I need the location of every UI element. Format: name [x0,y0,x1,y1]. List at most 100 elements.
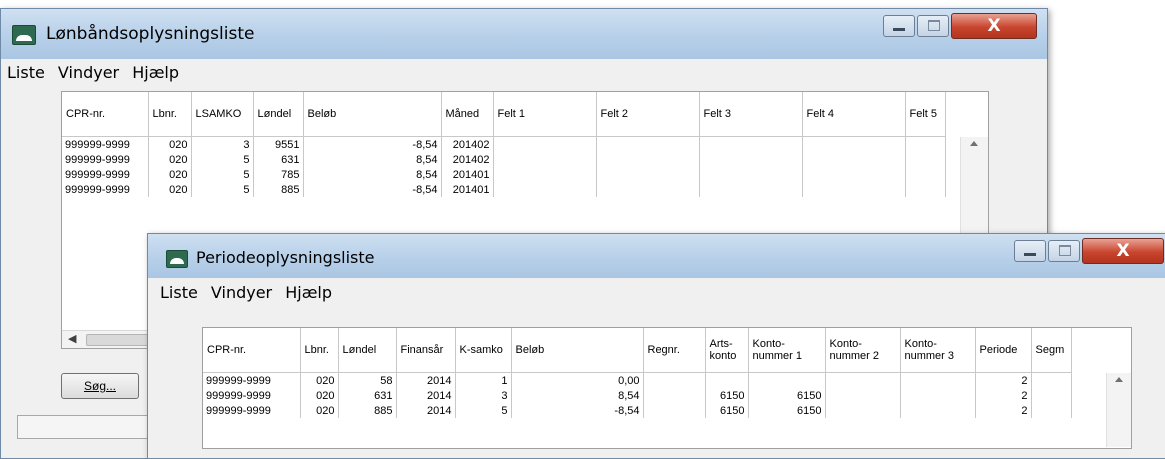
maximize-button[interactable] [1048,240,1080,262]
close-button[interactable]: X [951,13,1037,39]
col-regnr[interactable]: Regnr. [643,328,706,373]
close-icon: X [1116,241,1130,261]
col-cpr[interactable]: CPR-nr. [62,92,149,137]
cell-belob: -8,54 [511,403,644,418]
cell-ksamko: 3 [455,388,512,403]
col-felt2[interactable]: Felt 2 [596,92,700,137]
table-row[interactable]: 999999-9999 020 5 885 -8,54 201401 [62,182,946,197]
table-row[interactable]: 999999-9999 020 58 2014 1 0,00 2 [203,372,1072,388]
cell-cpr: 999999-9999 [203,388,301,403]
app-icon [12,25,36,45]
cell-felt3 [699,182,803,197]
minimize-button[interactable] [883,15,915,37]
menu-vinduer[interactable]: Vindyer [54,60,123,86]
menu-hjaelp[interactable]: Hjælp [281,280,336,306]
table-row[interactable]: 999999-9999 020 631 2014 3 8,54 6150 615… [203,388,1072,403]
minimize-button[interactable] [1014,240,1046,262]
periode-grid: CPR-nr. Lbnr. Løndel Finansår K-samko Be… [202,327,1132,449]
cell-felt1 [493,167,597,182]
cell-maned: 201402 [441,152,494,167]
minimize-icon [893,28,905,31]
menu-liste[interactable]: Liste [3,60,49,86]
cell-felt2 [596,152,700,167]
col-felt1[interactable]: Felt 1 [493,92,597,137]
col-kontonummer3[interactable]: Konto- nummer 3 [900,328,976,373]
col-lbnr[interactable]: Lbnr. [148,92,192,137]
cell-londel: 631 [253,152,304,167]
lonband-table: CPR-nr. Lbnr. LSAMKO Løndel Beløb Måned … [62,92,946,197]
cell-segm [1031,403,1072,418]
menu-hjaelp[interactable]: Hjælp [128,60,183,86]
table-row[interactable]: 999999-9999 020 3 9551 -8,54 201402 [62,136,946,152]
col-londel[interactable]: Løndel [253,92,304,137]
cell-londel: 785 [253,167,304,182]
cell-maned: 201401 [441,182,494,197]
cell-lbnr: 020 [300,372,339,388]
table-row[interactable]: 999999-9999 020 5 631 8,54 201402 [62,152,946,167]
cell-kontonummer3 [900,372,976,388]
menubar: Liste Vindyer Hjælp [1,60,1047,86]
cell-belob: 8,54 [511,388,644,403]
col-lbnr[interactable]: Lbnr. [300,328,339,373]
cell-felt5 [905,167,946,182]
col-ksamko[interactable]: K-samko [455,328,512,373]
col-felt4[interactable]: Felt 4 [802,92,906,137]
col-felt5[interactable]: Felt 5 [905,92,946,137]
col-kontonummer1[interactable]: Konto- nummer 1 [748,328,826,373]
lonband-titlebar[interactable]: Lønbåndsoplysningsliste X [1,9,1047,59]
cell-ksamko: 5 [455,403,512,418]
cell-londel: 631 [338,388,397,403]
cell-lsamko: 5 [191,152,254,167]
scroll-left-icon[interactable]: ◀ [68,332,76,345]
maximize-icon [928,20,940,31]
cell-regnr [643,388,706,403]
menu-liste[interactable]: Liste [156,280,202,306]
periode-window: Periodeoplysningsliste X Liste Vindyer H… [147,233,1165,459]
menubar: Liste Vindyer Hjælp [148,280,1165,306]
cell-regnr [643,403,706,418]
maximize-button[interactable] [917,15,949,37]
cell-cpr: 999999-9999 [62,167,149,182]
cell-cpr: 999999-9999 [203,372,301,388]
table-row[interactable]: 999999-9999 020 885 2014 5 -8,54 6150 61… [203,403,1072,418]
cell-kontonummer3 [900,403,976,418]
col-artskonto[interactable]: Arts- konto [705,328,749,373]
cell-cpr: 999999-9999 [203,403,301,418]
cell-londel: 885 [338,403,397,418]
cell-segm [1031,372,1072,388]
col-periode[interactable]: Periode [975,328,1032,373]
cell-londel: 885 [253,182,304,197]
search-button[interactable]: Søg... [61,373,139,399]
col-londel[interactable]: Løndel [338,328,397,373]
vertical-scrollbar[interactable] [1106,373,1131,447]
col-belob[interactable]: Beløb [511,328,644,373]
col-lsamko[interactable]: LSAMKO [191,92,254,137]
cell-lsamko: 3 [191,136,254,152]
cell-kontonummer1: 6150 [748,403,826,418]
close-button[interactable]: X [1082,238,1164,264]
col-kontonummer2[interactable]: Konto- nummer 2 [825,328,901,373]
cell-segm [1031,388,1072,403]
col-segm[interactable]: Segm [1031,328,1072,373]
col-felt3[interactable]: Felt 3 [699,92,803,137]
col-cpr[interactable]: CPR-nr. [203,328,301,373]
maximize-icon [1059,245,1071,256]
scroll-up-icon[interactable] [970,141,978,146]
cell-periode: 2 [975,388,1032,403]
col-finansar[interactable]: Finansår [396,328,456,373]
periode-titlebar[interactable]: Periodeoplysningsliste X [148,234,1165,278]
cell-periode: 2 [975,403,1032,418]
col-belob[interactable]: Beløb [303,92,442,137]
cell-felt4 [802,182,906,197]
minimize-icon [1024,253,1036,256]
close-icon: X [987,16,1001,36]
cell-kontonummer2 [825,403,901,418]
table-row[interactable]: 999999-9999 020 5 785 8,54 201401 [62,167,946,182]
col-maned[interactable]: Måned [441,92,494,137]
app-icon [166,250,188,268]
menu-vinduer[interactable]: Vindyer [207,280,276,306]
cell-regnr [643,372,706,388]
scroll-up-icon[interactable] [1115,377,1123,382]
cell-maned: 201401 [441,167,494,182]
cell-felt4 [802,136,906,152]
